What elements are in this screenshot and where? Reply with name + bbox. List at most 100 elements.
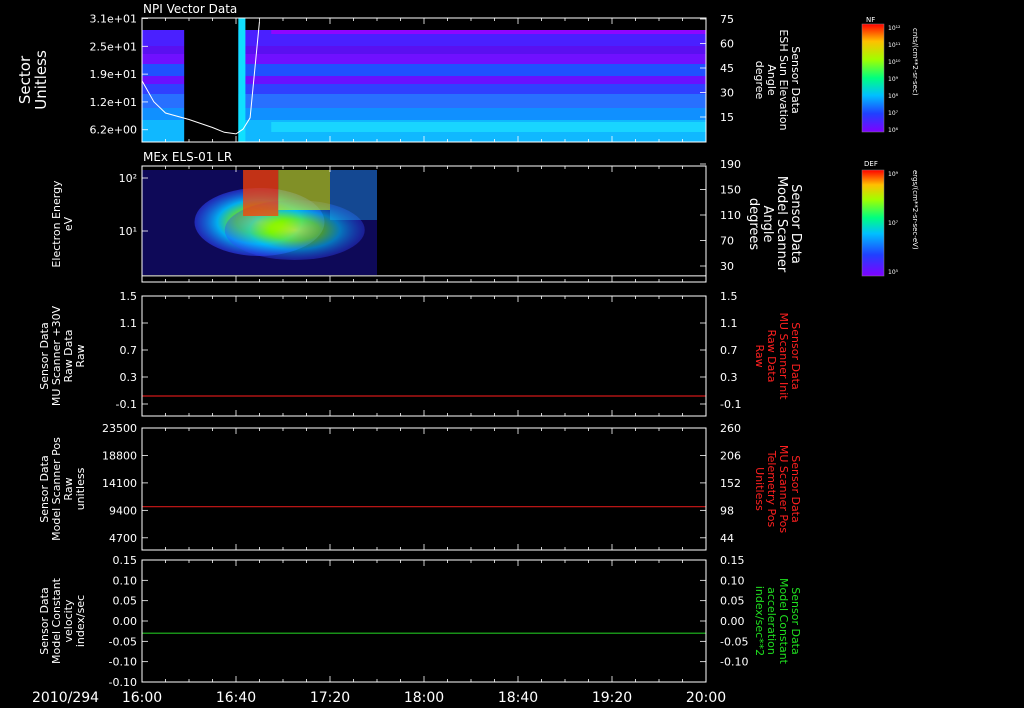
mex-cool [330,170,377,220]
panel-2-rtick-label: 0.7 [720,344,738,357]
panel-3-ytick-label: 18800 [102,449,137,462]
panel-4-bg [142,560,706,682]
time-tick-label: 16:00 [122,690,162,706]
panel-2-rtick-label: 0.3 [720,371,738,384]
colorbar-nf-label: NF [866,16,875,24]
panel-0-ytick-label: 6.2e+00 [90,124,137,137]
npi-late-band-7 [238,108,706,120]
colorbar-def-gradient [861,169,885,277]
npi-early-band-0 [142,30,185,46]
panel-4-ylabel-line: index/sec [74,595,87,647]
npi-late-band-2 [238,54,706,64]
panel-1-rtick-label: 190 [720,158,741,171]
npi-early-band-3 [142,64,185,76]
panel-line-3 [142,428,706,550]
panel-1-rtick-label: 150 [720,184,741,197]
panel-4-rtick-label: -0.10 [720,656,748,669]
npi-late-band-6 [238,94,706,108]
panel-title-npi: NPI Vector Data [143,2,237,16]
npi-stripe-bottom [271,122,706,132]
panel-4-rtick-label: 0.00 [720,615,745,628]
panel-2-right-ylabel-line: Raw [753,344,766,367]
panel-4-ytick-label-bottom: -0.10 [109,676,137,689]
panel-1-right-ylabel-line: Model Scanner [774,176,789,273]
panel-4-ytick-label: -0.05 [109,635,137,648]
time-tick-label: 18:40 [498,690,538,706]
panel-3-ylabel-line: unitless [74,467,87,510]
panel-3-rtick-label: 98 [720,504,734,517]
time-tick-label: 18:00 [404,690,444,706]
panel-line-4 [142,560,706,682]
panel-0-ytick-label: 1.9e+01 [90,68,137,81]
panel-4-ytick-label: 0.10 [113,574,138,587]
panel-0-rtick-label: 45 [720,62,734,75]
npi-late-band-5 [238,84,706,94]
panel-0-right-ylabel-line: degree [753,61,766,100]
colorbar-nf-tick-label: 10⁸ [888,93,899,100]
colorbar-def-tick-label: 10⁵ [888,269,899,276]
chart-canvas: 3.1e+01 2.5e+01 1.9e+01 1.2e+01 6.2e+00 75 60 4… [16,2,919,706]
panel-2-rtick-label: 1.1 [720,317,738,330]
colorbar-nf-tick-label: 10¹¹ [888,42,901,49]
panel-0-ylabel-line: Unitless [32,50,50,110]
panel-2-rtick-label: -0.1 [720,398,741,411]
panel-4-right-ylabel-line: index/sec**2 [753,586,766,656]
colorbar-def-tick-label: 10⁷ [888,220,899,227]
panel-1-rtick-label: 70 [720,235,734,248]
panel-npi [141,18,706,142]
panel-4-rtick-label: 0.15 [720,554,745,567]
colorbar-def-tick-label: 10⁹ [888,171,899,178]
panel-0-ytick-label: 3.1e+01 [90,13,137,26]
panel-0-ytick-label: 2.5e+01 [90,40,137,53]
time-tick-label: 17:20 [310,690,350,706]
panel-1-ylabel-line: eV [62,216,75,231]
panel-2-ytick-label: 0.7 [120,344,138,357]
panel-1-right-ylabel-line: Angle [760,206,775,243]
colorbar-nf-tick-label: 10¹⁰ [888,59,901,66]
panel-4-ytick-label: -0.10 [109,656,137,669]
colorbar-def-units: ergs/(cm**2-sr-sec-eV) [911,170,919,250]
panel-4-rtick-label: 0.05 [720,595,745,608]
panel-1-right-ylabel-line: degrees [746,198,761,251]
panel-3-ytick-label: 14100 [102,477,137,490]
colorbar-nf-units: cnts/(cm**2-sr-sec) [911,28,919,96]
panel-0-ytick-label: 1.2e+01 [90,96,137,109]
panel-4-ytick-label: 0.00 [113,615,138,628]
npi-early-band-7 [142,108,185,120]
panel-2-rtick-label: 1.5 [720,290,738,303]
mex-warm [278,170,330,210]
panel-0-rtick-label: 60 [720,38,734,51]
panel-1-rtick-label: 30 [720,260,734,273]
panel-2-ytick-label: -0.1 [116,398,137,411]
panel-3-ytick-label: 23500 [102,422,137,435]
panel-1-rtick-label: 110 [720,209,741,222]
panel-3-bg [142,428,706,550]
panel-1-right-ylabel-line: Sensor Data [788,184,803,264]
time-tick-label: 19:20 [592,690,632,706]
npi-late-band-1 [238,46,706,54]
panel-4-ytick-label: 0.15 [113,554,138,567]
npi-late-band-3 [238,64,706,76]
colorbar-nf-tick-label: 10⁷ [888,110,899,117]
panel-0-rtick-label: 30 [720,87,734,100]
colorbar-def-label: DEF [864,160,878,168]
npi-early-band-2 [142,54,185,64]
panel-4-rtick-label: -0.05 [720,635,748,648]
npi-early-band-6 [142,94,185,108]
npi-early-band-4 [142,76,185,84]
panel-3-rtick-label: 206 [720,449,741,462]
colorbar-nf-tick-label: 10⁹ [888,76,899,83]
panel-4-ytick-label: 0.05 [113,595,138,608]
colorbar-nf-tick-label: 10¹² [888,25,901,32]
panel-2-ytick-label: 1.1 [120,317,138,330]
panel-title-mex: MEx ELS-01 LR [143,150,232,164]
npi-edge [238,18,246,142]
panel-0-rtick-label: 75 [720,13,734,26]
npi-stripe-top [271,30,706,34]
npi-early-band-1 [142,46,185,54]
panel-2-ytick-label: 0.3 [120,371,138,384]
panel-3-ytick-label: 9400 [109,504,137,517]
panel-2-ylabel-line: Raw [74,344,87,367]
panel-line-2 [142,296,706,416]
panel-3-rtick-label: 44 [720,532,734,545]
